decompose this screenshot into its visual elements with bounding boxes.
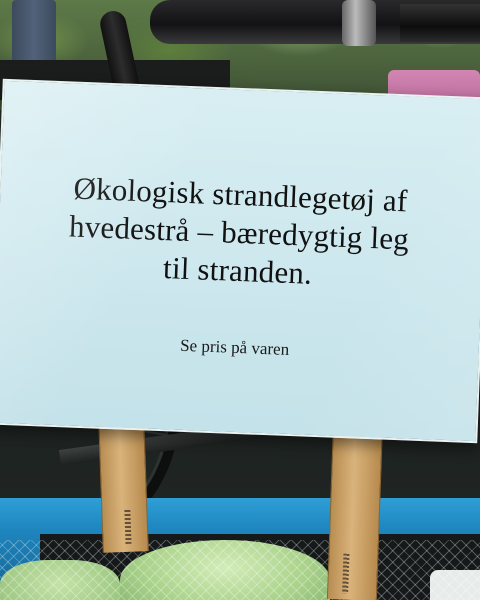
sign-headline: Økologisk strandlegetøj af hvedestrå – b… bbox=[27, 168, 451, 298]
handlebar-grip bbox=[400, 4, 480, 42]
wheat-straw-toy bbox=[0, 560, 120, 600]
sign-price-note: Se pris på varen bbox=[179, 335, 290, 359]
laminated-sign: Økologisk strandlegetøj af hvedestrå – b… bbox=[0, 78, 480, 444]
stake-stamp bbox=[124, 509, 132, 544]
handlebar-clamp bbox=[342, 0, 376, 46]
wooden-stake-right bbox=[326, 419, 384, 600]
mesh-bag bbox=[430, 570, 480, 600]
stake-stamp bbox=[342, 553, 350, 594]
photo-scene: Økologisk strandlegetøj af hvedestrå – b… bbox=[0, 0, 480, 600]
